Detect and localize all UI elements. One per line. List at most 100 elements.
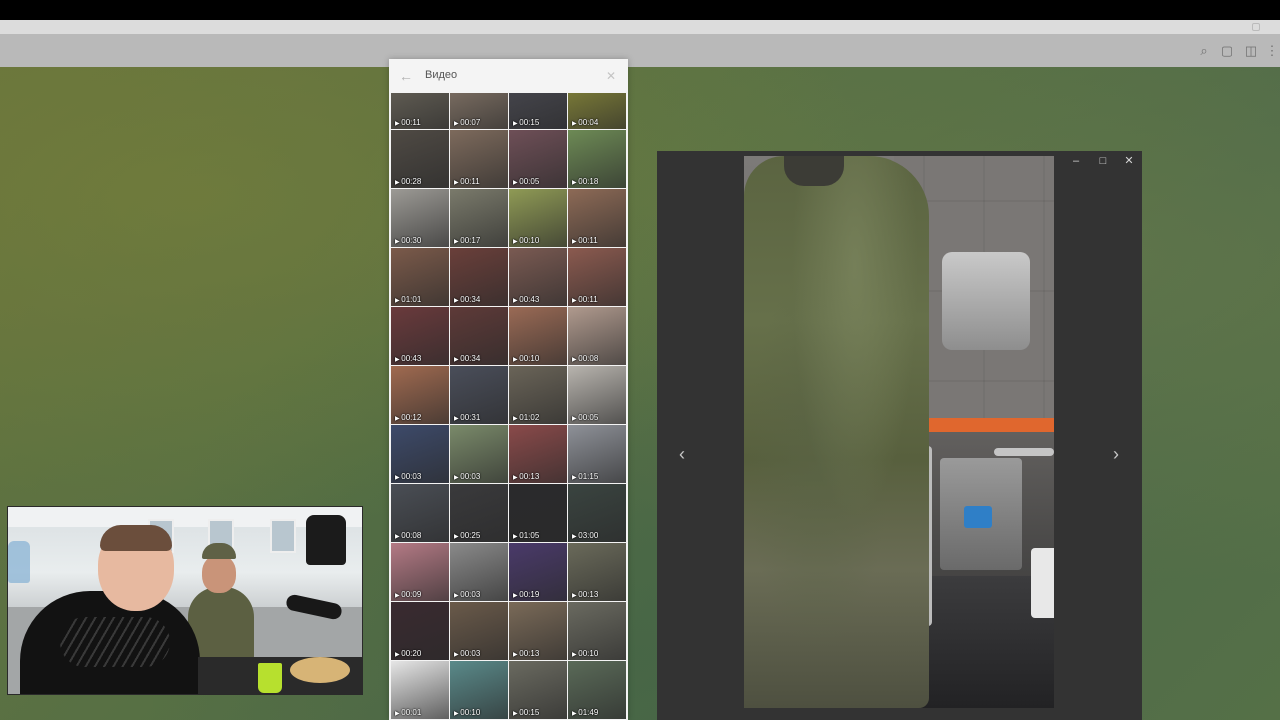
video-thumbnail[interactable]: 00:10 <box>509 307 567 365</box>
video-duration: 00:11 <box>395 118 420 127</box>
close-icon[interactable]: ✕ <box>1119 153 1139 169</box>
video-grid: 00:11 00:07 00:15 00:04 00:28 00:11 00:05 00:18… <box>391 71 627 719</box>
video-thumbnail[interactable]: 00:43 <box>509 248 567 306</box>
video-duration: 00:03 <box>454 472 480 481</box>
video-thumbnail[interactable]: 00:11 <box>568 189 626 247</box>
video-duration: 00:03 <box>395 472 421 481</box>
video-duration: 00:07 <box>454 118 480 127</box>
top-black-bar <box>0 0 1280 20</box>
video-thumbnail[interactable]: 00:34 <box>450 307 508 365</box>
video-duration: 01:15 <box>572 472 598 481</box>
video-thumbnail[interactable]: 00:13 <box>509 602 567 660</box>
video-duration: 00:31 <box>454 413 480 422</box>
video-viewer: – □ ✕ ‹ › <box>657 151 1142 720</box>
video-thumbnail[interactable]: 01:05 <box>509 484 567 542</box>
video-thumbnail[interactable]: 01:15 <box>568 425 626 483</box>
video-duration: 00:11 <box>454 177 479 186</box>
video-thumbnail[interactable]: 00:05 <box>568 366 626 424</box>
video-duration: 00:19 <box>513 590 539 599</box>
video-thumbnail[interactable]: 00:10 <box>509 189 567 247</box>
video-thumbnail[interactable]: 00:19 <box>509 543 567 601</box>
video-duration: 00:43 <box>395 354 421 363</box>
video-thumbnail[interactable]: 00:31 <box>450 366 508 424</box>
video-duration: 00:10 <box>513 354 539 363</box>
chevron-right-icon[interactable]: › <box>1108 444 1124 464</box>
video-thumbnail[interactable]: 00:11 <box>568 248 626 306</box>
video-duration: 00:05 <box>513 177 539 186</box>
video-thumbnail[interactable]: 00:20 <box>391 602 449 660</box>
video-thumbnail[interactable]: 00:10 <box>450 661 508 719</box>
video-thumbnail[interactable]: 00:15 <box>509 661 567 719</box>
video-duration: 00:03 <box>454 590 480 599</box>
video-thumbnail[interactable]: 00:18 <box>568 130 626 188</box>
video-duration: 00:10 <box>513 236 539 245</box>
video-thumbnail[interactable]: 00:28 <box>391 130 449 188</box>
minimize-icon[interactable]: – <box>1066 153 1086 169</box>
video-thumbnail[interactable]: 00:01 <box>391 661 449 719</box>
window-control-icon[interactable] <box>1252 23 1260 31</box>
video-thumbnail[interactable]: 00:05 <box>509 130 567 188</box>
video-duration: 00:25 <box>454 531 480 540</box>
video-duration: 00:08 <box>572 354 598 363</box>
video-thumbnail[interactable]: 03:00 <box>568 484 626 542</box>
video-thumbnail[interactable]: 00:08 <box>568 307 626 365</box>
video-thumbnail[interactable]: 01:49 <box>568 661 626 719</box>
video-thumbnail[interactable]: 00:13 <box>568 543 626 601</box>
video-duration: 00:20 <box>395 649 421 658</box>
video-thumbnail[interactable]: 00:03 <box>450 425 508 483</box>
accessibility-sign-icon <box>964 506 992 528</box>
video-thumbnail[interactable]: 00:09 <box>391 543 449 601</box>
video-duration: 00:11 <box>572 236 597 245</box>
video-thumbnail[interactable]: 00:11 <box>450 130 508 188</box>
video-duration: 00:04 <box>572 118 598 127</box>
video-duration: 00:10 <box>572 649 598 658</box>
video-duration: 00:13 <box>572 590 598 599</box>
media-panel-header: ← Видео ✕ <box>389 59 628 93</box>
video-duration: 00:13 <box>513 472 539 481</box>
video-thumbnail[interactable]: 01:02 <box>509 366 567 424</box>
hand-dryer <box>942 252 1030 350</box>
video-duration: 00:08 <box>395 531 421 540</box>
person-in-camouflage <box>744 156 929 708</box>
video-thumbnail[interactable]: 00:34 <box>450 248 508 306</box>
video-duration: 00:18 <box>572 177 598 186</box>
video-thumbnail[interactable]: 00:12 <box>391 366 449 424</box>
video-thumbnail[interactable]: 01:01 <box>391 248 449 306</box>
video-duration: 00:15 <box>513 118 539 127</box>
video-duration: 00:10 <box>454 708 480 717</box>
video-duration: 00:03 <box>454 649 480 658</box>
video-duration: 00:05 <box>572 413 598 422</box>
video-duration: 00:34 <box>454 354 480 363</box>
video-thumbnail[interactable]: 00:03 <box>391 425 449 483</box>
video-thumbnail[interactable]: 00:13 <box>509 425 567 483</box>
video-duration: 00:17 <box>454 236 480 245</box>
video-duration: 00:01 <box>395 708 421 717</box>
screen: ⌕ ▢ ◫ ⋮ 00:1100:0700:1500:0400:2800:1100… <box>0 0 1280 720</box>
video-thumbnail[interactable]: 00:17 <box>450 189 508 247</box>
media-panel-title: Видео <box>425 69 458 81</box>
video-duration: 00:43 <box>513 295 539 304</box>
video-thumbnail[interactable]: 00:03 <box>450 543 508 601</box>
video-duration: 00:15 <box>513 708 539 717</box>
video-duration: 01:49 <box>572 708 598 717</box>
video-thumbnail[interactable]: 00:08 <box>391 484 449 542</box>
media-panel: 00:11 00:07 00:15 00:04 00:28 00:11 00:05 00:18… <box>389 59 628 720</box>
maximize-icon[interactable]: □ <box>1093 153 1113 169</box>
chevron-left-icon[interactable]: ‹ <box>674 444 690 464</box>
video-thumbnail[interactable]: 00:43 <box>391 307 449 365</box>
video-duration: 00:11 <box>572 295 597 304</box>
video-thumbnail[interactable]: 00:30 <box>391 189 449 247</box>
video-duration: 01:02 <box>513 413 539 422</box>
webcam-overlay <box>7 506 363 695</box>
video-thumbnail[interactable]: 00:03 <box>450 602 508 660</box>
video-duration: 00:13 <box>513 649 539 658</box>
video-frame[interactable] <box>744 156 1054 708</box>
video-thumbnail[interactable]: 00:10 <box>568 602 626 660</box>
video-duration: 00:12 <box>395 413 421 422</box>
video-duration: 01:01 <box>395 295 421 304</box>
video-thumbnail[interactable]: 00:25 <box>450 484 508 542</box>
back-arrow-icon[interactable]: ← <box>399 68 413 84</box>
video-duration: 00:28 <box>395 177 421 186</box>
close-icon[interactable]: ✕ <box>606 68 616 84</box>
person-left <box>20 525 200 694</box>
